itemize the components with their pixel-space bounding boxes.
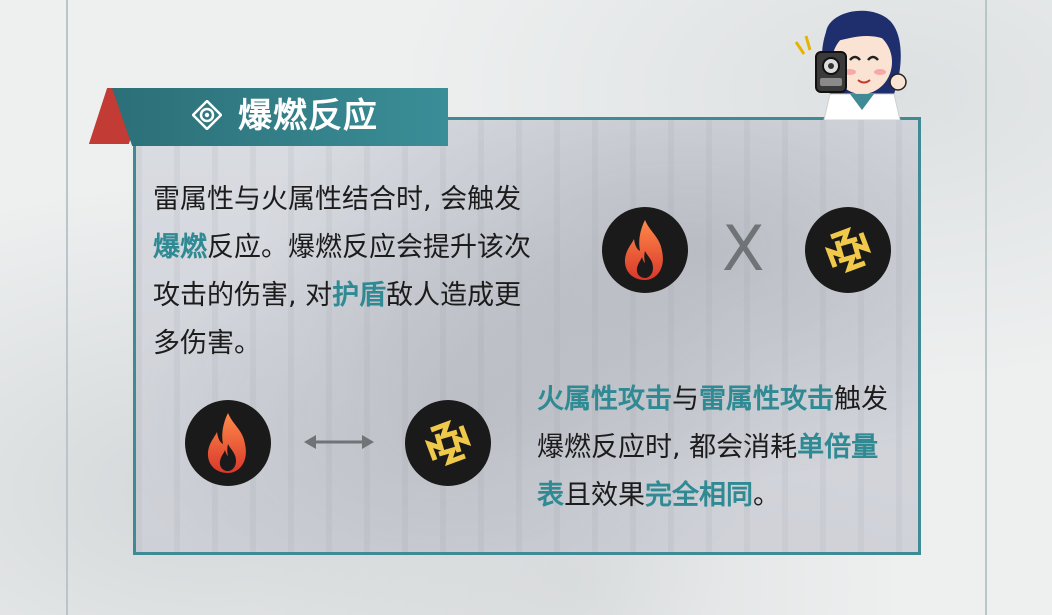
para1-line3a: 攻击的伤害, 对 [153,280,333,311]
fire-element-icon-2 [185,400,271,486]
para2-highlight-single: 单倍量 [797,432,879,463]
para2-text-and: 与 [672,384,699,415]
para1-highlight-shield: 护盾 [332,280,387,311]
para1-line3b: 敌人造成更 [386,280,522,311]
description-paragraph-2: 火属性攻击与雷属性攻击触发 爆燃反应时, 都会消耗单倍量 表且效果完全相同。 [537,376,907,520]
para1-highlight-burn: 爆燃 [153,232,207,263]
para1-line2: 反应。爆燃反应会提升该次 [207,232,531,263]
para2-highlight-fire-attack: 火属性攻击 [537,384,672,415]
para2-highlight-gauge: 表 [537,480,564,511]
para1-line1: 雷属性与火属性结合时, 会触发 [153,184,522,215]
frame-line-left [66,0,68,615]
electric-element-icon-2 [405,400,491,486]
multiply-sign: X [722,212,765,285]
para2-line2: 爆燃反应时, 都会消耗 [537,432,798,463]
electric-element-icon [805,207,891,293]
banner-title: 爆燃反应 [238,96,378,136]
mascot-character-icon [794,10,907,120]
double-arrow-icon [304,435,374,449]
para2-highlight-identical: 完全相同 [645,480,753,511]
para2-text-trigger: 触发 [834,384,888,415]
para1-line4: 多伤害。 [153,328,261,359]
para2-text-end: 。 [753,480,780,511]
fire-element-icon [602,207,688,293]
description-paragraph-1: 雷属性与火属性结合时, 会触发 爆燃反应。爆燃反应会提升该次 攻击的伤害, 对护… [153,176,553,368]
para2-text-effect: 且效果 [564,480,645,511]
frame-line-right [985,0,987,615]
para2-highlight-electric-attack: 雷属性攻击 [699,384,834,415]
target-diamond-icon [192,100,222,130]
